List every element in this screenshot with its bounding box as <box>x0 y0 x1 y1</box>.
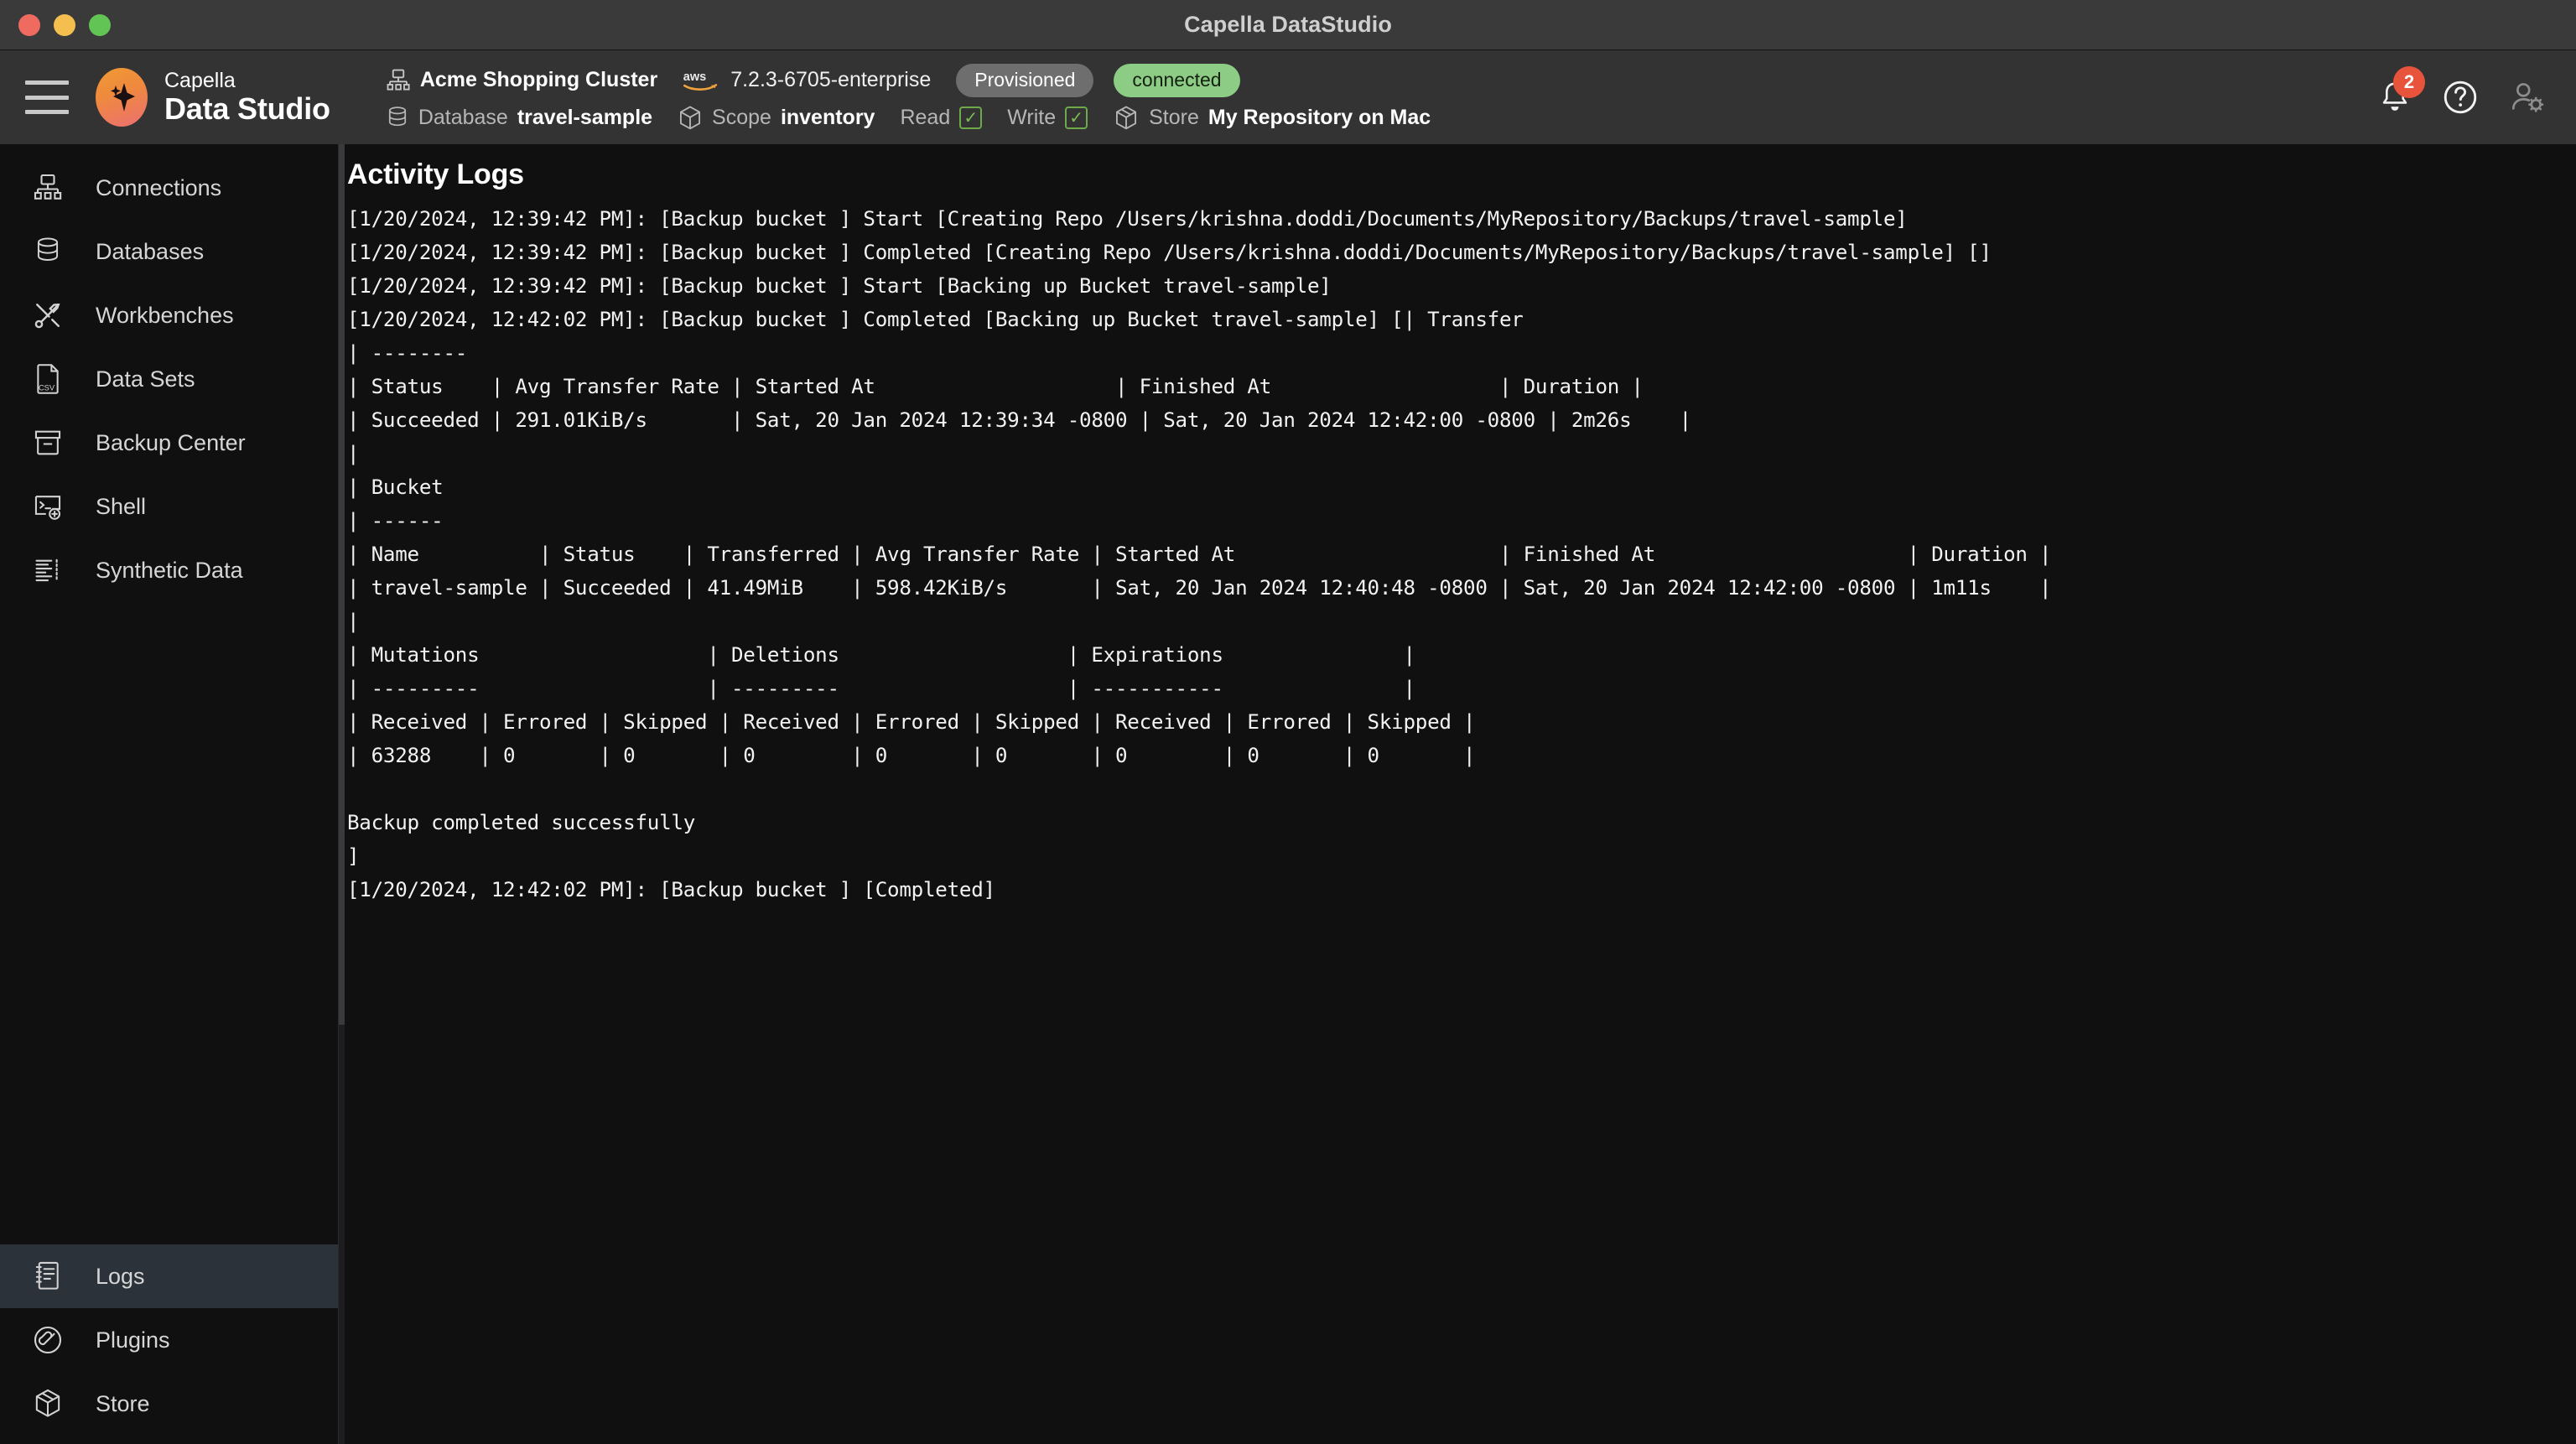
store-selector[interactable]: Store My Repository on Mac <box>1113 105 1431 132</box>
sidebar-item-label: Shell <box>96 493 147 519</box>
sidebar-item-connections[interactable]: Connections <box>0 156 338 220</box>
sidebar-item-label: Databases <box>96 238 205 264</box>
scope-value: inventory <box>780 106 875 129</box>
sidebar-item-label: Data Sets <box>96 366 195 392</box>
svg-text:CSV: CSV <box>39 383 55 392</box>
user-settings-button[interactable] <box>2509 80 2546 115</box>
cluster-icon <box>386 68 411 93</box>
sidebar-item-data-sets[interactable]: CSV Data Sets <box>0 347 338 411</box>
context-row-bottom: Database travel-sample Scope inventory R… <box>386 105 1456 132</box>
scope-label: Scope <box>712 106 771 129</box>
main-content: Activity Logs [1/20/2024, 12:39:42 PM]: … <box>339 144 2576 1444</box>
status-badge-connected: connected <box>1114 63 1240 97</box>
sidebar-item-databases[interactable]: Databases <box>0 220 338 283</box>
sidebar-item-logs[interactable]: Logs <box>0 1244 338 1308</box>
content-scrollbar[interactable] <box>339 144 345 1444</box>
sidebar-secondary-nav: Logs Plugins Store <box>0 1244 338 1444</box>
context-row-top: Acme Shopping Cluster aws 7.2.3-6705-ent… <box>386 63 1456 97</box>
terminal-icon <box>29 492 67 521</box>
help-button[interactable] <box>2442 79 2479 116</box>
read-checkbox[interactable]: ✓ <box>959 106 983 129</box>
notifications-count-badge: 2 <box>2393 66 2425 98</box>
box-icon <box>1113 105 1140 132</box>
context-bar: Acme Shopping Cluster aws 7.2.3-6705-ent… <box>386 63 1456 132</box>
database-selector[interactable]: Database travel-sample <box>386 106 652 131</box>
database-label: Database <box>418 106 508 129</box>
svg-text:aws: aws <box>683 70 707 84</box>
page-title: Activity Logs <box>347 158 524 190</box>
sidebar-item-label: Backup Center <box>96 429 246 455</box>
scope-selector[interactable]: Scope inventory <box>678 105 875 132</box>
window-titlebar: Capella DataStudio <box>0 0 2576 50</box>
aws-logo: aws <box>683 68 721 93</box>
plug-icon <box>29 1325 67 1355</box>
cube-icon <box>678 105 703 132</box>
window-title: Capella DataStudio <box>1184 12 1392 37</box>
sidebar-item-synthetic-data[interactable]: Synthetic Data <box>0 538 338 602</box>
box-icon <box>29 1388 67 1420</box>
cluster-icon <box>29 173 67 203</box>
brand-line-2: Data Studio <box>164 91 330 126</box>
read-permission[interactable]: Read ✓ <box>900 106 983 130</box>
header-actions: 2 <box>2378 50 2546 144</box>
sidebar-item-backup-center[interactable]: Backup Center <box>0 411 338 475</box>
write-checkbox[interactable]: ✓ <box>1065 106 1088 129</box>
activity-logs-panel: Activity Logs [1/20/2024, 12:39:42 PM]: … <box>339 158 2576 906</box>
cluster-name: Acme Shopping Cluster <box>419 68 658 91</box>
status-badge-provisioned: Provisioned <box>956 63 1094 97</box>
sidebar-item-store[interactable]: Store <box>0 1372 338 1436</box>
sidebar-item-label: Logs <box>96 1263 145 1289</box>
cluster-version: 7.2.3-6705-enterprise <box>730 68 932 91</box>
sidebar: Connections Databases Workbenches CSV Da… <box>0 144 339 1444</box>
database-value: travel-sample <box>517 106 653 129</box>
brand-line-1: Capella <box>164 69 236 92</box>
logs-icon <box>29 1260 67 1292</box>
hamburger-icon[interactable] <box>25 81 69 114</box>
tools-icon <box>29 300 67 330</box>
sidebar-item-label: Connections <box>96 174 222 200</box>
app-window: Capella DataStudio Capella Data Studio A… <box>0 0 2576 1444</box>
sidebar-item-label: Workbenches <box>96 302 234 328</box>
brand: Capella Data Studio <box>96 68 330 127</box>
sidebar-item-label: Store <box>96 1390 150 1416</box>
write-label: Write <box>1007 106 1057 129</box>
sidebar-item-workbenches[interactable]: Workbenches <box>0 283 338 347</box>
bars-list-icon <box>29 556 67 584</box>
store-label: Store <box>1149 106 1199 129</box>
write-permission[interactable]: Write ✓ <box>1007 106 1088 130</box>
database-icon <box>29 236 67 267</box>
activity-log-output: [1/20/2024, 12:39:42 PM]: [Backup bucket… <box>347 207 2052 901</box>
sidebar-primary-nav: Connections Databases Workbenches CSV Da… <box>0 144 338 1244</box>
database-icon <box>386 106 409 131</box>
archive-icon <box>29 429 67 457</box>
cloud-version-info: aws 7.2.3-6705-enterprise <box>683 68 931 93</box>
content-scrollbar-thumb[interactable] <box>339 144 345 1025</box>
store-value: My Repository on Mac <box>1208 106 1431 129</box>
sidebar-item-plugins[interactable]: Plugins <box>0 1308 338 1372</box>
sidebar-item-label: Synthetic Data <box>96 557 243 583</box>
sidebar-item-shell[interactable]: Shell <box>0 475 338 538</box>
cluster-info[interactable]: Acme Shopping Cluster <box>386 68 657 93</box>
csv-file-icon: CSV <box>29 363 67 395</box>
read-label: Read <box>900 106 951 129</box>
app-header: Capella Data Studio Acme Shopping Cluste… <box>0 50 2576 144</box>
sidebar-item-label: Plugins <box>96 1327 170 1353</box>
capella-sparkle-logo <box>96 68 148 127</box>
notifications-button[interactable]: 2 <box>2378 66 2425 115</box>
app-body: Connections Databases Workbenches CSV Da… <box>0 144 2576 1444</box>
